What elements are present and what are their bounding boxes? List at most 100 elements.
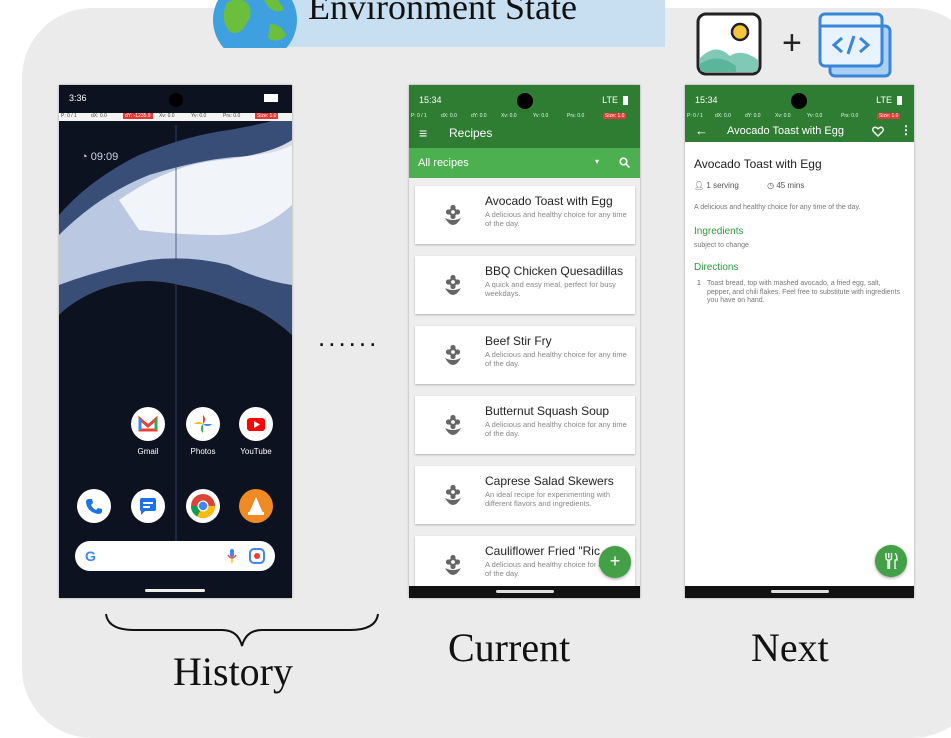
debug-prs: Prs: 0.0 <box>841 113 859 119</box>
recipe-description: A delicious and healthy choice for any t… <box>694 204 861 211</box>
history-brace <box>105 613 379 647</box>
debug-dy: dY: -1235.9 <box>123 113 153 119</box>
menu-icon[interactable]: ≡ <box>419 125 427 141</box>
image-icon <box>696 12 762 76</box>
recipe-description: A quick and easy meal, perfect for busy … <box>485 280 616 298</box>
toolbar-title: Recipes <box>449 126 493 140</box>
debug-yv: Yv: 0.0 <box>533 113 549 119</box>
recipe-title: BBQ Chicken Quesadillas <box>485 264 624 278</box>
recipe-description: A delicious and healthy choice for any t… <box>485 420 627 438</box>
recipe-description: A delicious and healthy choice for any t… <box>485 210 627 228</box>
nav-bar <box>409 586 640 598</box>
history-caption: History <box>173 649 293 694</box>
ingredients-heading: Ingredients <box>694 226 744 237</box>
debug-bar: P: 0 / 1 dX: 0.0 dY: -1235.9 Xv: 0.0 Yv:… <box>59 113 292 121</box>
dropdown-arrow-icon[interactable]: ▾ <box>595 157 599 166</box>
recipe-card[interactable]: BBQ Chicken Quesadillas A quick and easy … <box>415 256 635 314</box>
time-text: 45 mins <box>776 181 805 190</box>
debug-bar: P: 0 / 1 dX: 0.0 dY: 0.0 Xv: 0.0 Yv: 0.0… <box>685 113 914 120</box>
plus-sign: + <box>782 24 802 62</box>
camera-notch <box>517 93 533 109</box>
network-label: LTE <box>876 95 892 105</box>
battery-icon <box>623 96 628 105</box>
vlc-icon[interactable] <box>239 489 273 523</box>
current-caption: Current <box>448 625 571 670</box>
debug-size: Size: 1.0 <box>603 113 627 119</box>
google-icon: G <box>85 548 96 564</box>
gmail-icon[interactable] <box>131 407 165 441</box>
photos-icon[interactable] <box>186 407 220 441</box>
debug-pointer: P: 0 / 1 <box>687 113 703 119</box>
youtube-label: YouTube <box>240 447 272 456</box>
filter-label: All recipes <box>418 157 469 169</box>
page-title: Environment State <box>308 0 577 27</box>
recipe-flower-icon <box>445 204 461 225</box>
recipe-card[interactable]: Butternut Squash Soup A delicious and hea… <box>415 396 635 454</box>
status-time: 15:34 <box>419 95 442 105</box>
overflow-menu-icon[interactable]: ⋮ <box>900 123 912 137</box>
debug-dx: dX: 0.0 <box>715 113 731 119</box>
debug-dy: dY: 0.0 <box>471 113 487 119</box>
phone-icon[interactable] <box>77 489 111 523</box>
code-window-icon <box>818 12 892 78</box>
recipe-title: Caprese Salad Skewers <box>485 474 614 488</box>
back-arrow-icon[interactable]: ← <box>695 123 708 138</box>
cook-button[interactable] <box>875 545 907 577</box>
debug-yv: Yv: 0.0 <box>191 113 207 119</box>
camera-notch <box>791 93 807 109</box>
debug-size: Size: 1.0 <box>255 113 279 119</box>
recipe-card[interactable]: Beef Stir Fry A delicious and healthy cho… <box>415 326 635 384</box>
mic-icon[interactable] <box>227 549 237 563</box>
search-icon[interactable] <box>619 157 630 168</box>
recipe-description: A delicious and healthy choice for any t… <box>485 350 627 368</box>
youtube-icon[interactable] <box>239 407 273 441</box>
directions-heading: Directions <box>694 262 739 273</box>
ellipsis: ...... <box>318 322 380 352</box>
recipe-title: Butternut Squash Soup <box>485 404 610 418</box>
toolbar-title: Avocado Toast with Egg <box>727 125 845 137</box>
favorite-heart-icon[interactable] <box>872 126 884 137</box>
direction-number: 1 <box>697 280 701 287</box>
debug-pointer: P: 0 / 1 <box>411 113 427 119</box>
direction-text: Toast bread, top with mashed avocado, a … <box>707 280 900 304</box>
lens-icon[interactable] <box>249 548 265 564</box>
next-caption: Next <box>751 625 829 670</box>
recipe-flower-icon <box>445 554 461 575</box>
recipe-card[interactable]: Caprese Salad Skewers An ideal recipe for… <box>415 466 635 524</box>
status-time: 3:36 <box>69 93 87 103</box>
debug-pointer: P: 0 / 1 <box>61 113 77 119</box>
next-screen: 15:34 LTE P: 0 / 1 dX: 0.0 dY: 0.0 Xv: 0… <box>685 85 914 598</box>
camera-notch <box>169 93 183 107</box>
recipe-flower-icon <box>445 344 461 365</box>
recipe-title: Avocado Toast with Egg <box>485 194 613 208</box>
status-time: 15:34 <box>695 95 718 105</box>
recipe-flower-icon <box>445 414 461 435</box>
home-indicator <box>495 590 554 593</box>
person-icon: 👤︎ <box>694 181 705 190</box>
timer-icon: ◔ <box>81 151 91 163</box>
recipe-card[interactable]: Avocado Toast with Egg A delicious and he… <box>415 186 635 244</box>
messages-icon[interactable] <box>131 489 165 523</box>
debug-bar: P: 0 / 1 dX: 0.0 dY: 0.0 Xv: 0.0 Yv: 0.0… <box>409 113 640 120</box>
history-screen: 3:36 P: 0 / 1 dX: 0.0 dY: -1235.9 Xv: 0.… <box>59 85 292 598</box>
chrome-icon[interactable] <box>186 489 220 523</box>
nav-bar <box>685 586 914 598</box>
utensils-icon <box>885 553 898 569</box>
recipe-flower-icon <box>445 484 461 505</box>
home-indicator <box>770 590 829 593</box>
debug-size: Size: 1.0 <box>877 113 901 119</box>
photos-label: Photos <box>190 447 216 456</box>
debug-xv: Xv: 0.0 <box>775 113 791 119</box>
filter-bar[interactable]: All recipes ▾ <box>409 148 640 178</box>
recipe-flower-icon <box>445 274 461 295</box>
recipe-title: Avocado Toast with Egg <box>694 157 822 171</box>
gmail-label: Gmail <box>137 447 159 456</box>
add-recipe-button[interactable]: + <box>599 546 631 578</box>
globe-icon <box>213 0 297 48</box>
search-bar[interactable]: G <box>75 541 275 571</box>
recipe-title: Cauliflower Fried "Ric <box>485 544 600 558</box>
debug-prs: Prs: 0.0 <box>567 113 585 119</box>
clock-text: 09:09 <box>90 151 119 163</box>
meta-row: 👤︎ 1 serving ◷ 45 mins <box>694 181 804 190</box>
debug-prs: Prs: 0.0 <box>223 113 241 119</box>
